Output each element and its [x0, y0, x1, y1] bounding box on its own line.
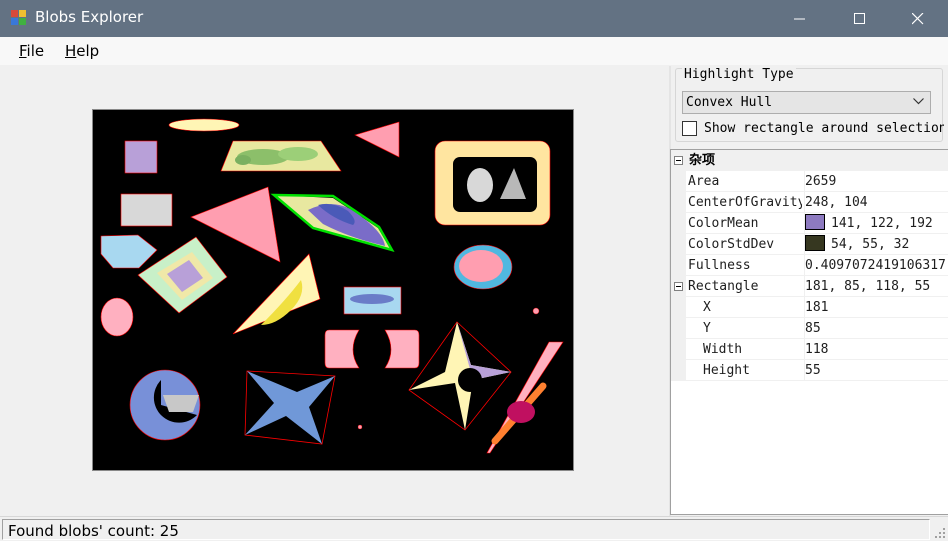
property-row-x[interactable]: X 181 [671, 297, 948, 318]
blob-yellow-triangle [232, 253, 321, 335]
property-value[interactable]: 2659 [804, 171, 948, 192]
blob-pink-bow-left [324, 329, 360, 369]
collapse-icon[interactable] [674, 156, 683, 165]
close-button[interactable] [888, 0, 948, 37]
property-name: ColorStdDev [688, 234, 802, 255]
close-icon [912, 12, 924, 24]
property-row-area[interactable]: Area 2659 [671, 171, 948, 192]
property-value[interactable]: 181 [804, 297, 948, 318]
blob-pink-bow-right [384, 329, 420, 369]
property-name: X [688, 297, 802, 318]
menu-file[interactable]: File [19, 42, 44, 60]
property-row-y[interactable]: Y 85 [671, 318, 948, 339]
color-swatch [805, 214, 825, 230]
property-value[interactable]: 118 [804, 339, 948, 360]
property-row-width[interactable]: Width 118 [671, 339, 948, 360]
blob-pink-ellipse [100, 297, 134, 337]
blobs-image-canvas [100, 118, 564, 454]
maximize-button[interactable] [830, 0, 890, 37]
maximize-icon [854, 12, 865, 24]
show-rectangle-option[interactable]: Show rectangle around selection [682, 120, 944, 140]
menu-bar: File Help [0, 37, 948, 66]
status-bar: Found blobs' count: 25 [0, 516, 948, 541]
blob-tiny-dot-2 [357, 424, 363, 430]
property-value[interactable]: 181, 85, 118, 55 [804, 276, 948, 297]
property-row-colorstddev[interactable]: ColorStdDev 54, 55, 32 [671, 234, 948, 255]
resize-grip-icon[interactable] [934, 527, 946, 539]
property-value[interactable]: 55 [804, 360, 948, 381]
blob-tiny-dot-1 [532, 307, 540, 315]
blob-pink-triangle-small [354, 121, 400, 158]
blob-blue-star [245, 371, 335, 444]
property-value-colormean[interactable]: 141, 122, 192 [804, 213, 948, 234]
property-category[interactable]: 杂项 [671, 150, 948, 171]
collapse-icon[interactable] [674, 282, 683, 291]
property-name: ColorMean [688, 213, 802, 234]
property-name: Area [688, 171, 802, 192]
property-row-rectangle[interactable]: Rectangle 181, 85, 118, 55 [671, 276, 948, 297]
blobs-image[interactable] [92, 109, 574, 471]
property-name: Height [688, 360, 802, 381]
status-panel: Found blobs' count: 25 [2, 519, 930, 540]
highlight-type-value: Convex Hull [686, 95, 773, 110]
property-row-colormean[interactable]: ColorMean 141, 122, 192 [671, 213, 948, 234]
property-row-fullness[interactable]: Fullness 0.4097072419106317 [671, 255, 948, 276]
property-name: Fullness [688, 255, 802, 276]
title-bar[interactable]: Blobs Explorer [0, 0, 948, 37]
show-rectangle-checkbox[interactable] [682, 121, 697, 136]
blob-blue-hexagon [100, 234, 158, 269]
property-value[interactable]: 0.4097072419106317 [804, 255, 948, 276]
property-name: CenterOfGravity [688, 192, 802, 213]
chevron-down-icon [913, 98, 924, 105]
show-rectangle-label: Show rectangle around selection [704, 121, 944, 136]
blob-gray-rect [120, 193, 173, 227]
property-name: Y [688, 318, 802, 339]
property-row-centerofgravity[interactable]: CenterOfGravity 248, 104 [671, 192, 948, 213]
property-value[interactable]: 248, 104 [804, 192, 948, 213]
app-icon [11, 10, 27, 26]
window-title: Blobs Explorer [35, 8, 144, 26]
menu-help[interactable]: Help [65, 42, 99, 60]
minimize-icon [794, 18, 805, 19]
property-category-label: 杂项 [689, 153, 716, 168]
property-value[interactable]: 85 [804, 318, 948, 339]
color-swatch [805, 235, 825, 251]
minimize-button[interactable] [770, 0, 830, 37]
property-row-height[interactable]: Height 55 [671, 360, 948, 381]
highlight-type-select[interactable]: Convex Hull [682, 91, 931, 114]
property-grid[interactable]: 杂项 Area 2659 CenterOfGravity 248, 104 Co… [670, 149, 948, 515]
highlight-type-legend: Highlight Type [682, 67, 796, 82]
property-value-colorstddev[interactable]: 54, 55, 32 [804, 234, 948, 255]
status-text: Found blobs' count: 25 [8, 522, 179, 540]
blob-yellow-ellipse [168, 118, 240, 132]
blob-lavender-square [124, 140, 158, 174]
property-name: Width [688, 339, 802, 360]
property-name: Rectangle [688, 276, 802, 297]
